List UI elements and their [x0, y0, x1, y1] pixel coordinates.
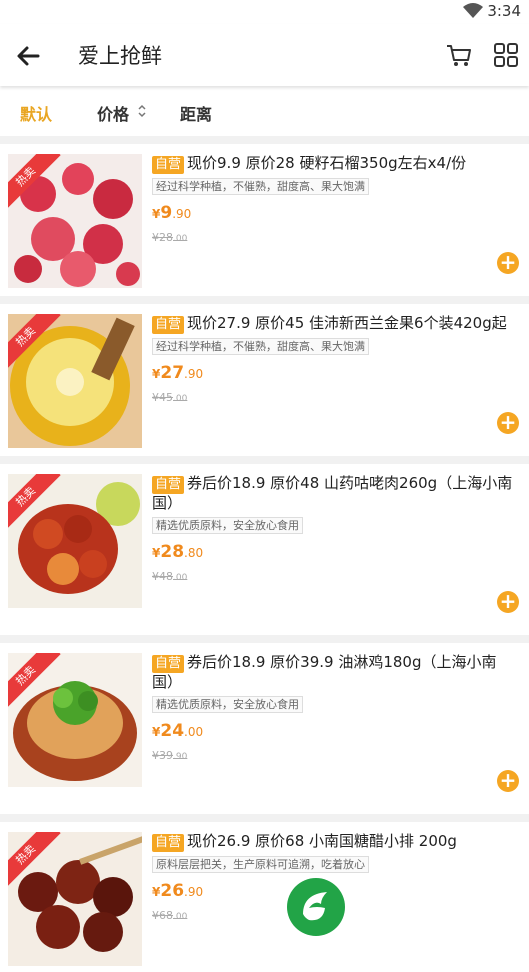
- product-item[interactable]: 热卖 自营 现价27.9 原价45 佳沛新西兰金果6个装420g起 经过科学种植，…: [0, 304, 529, 464]
- product-image[interactable]: 热卖: [8, 154, 142, 288]
- product-image[interactable]: 热卖: [8, 832, 142, 966]
- add-to-cart-button[interactable]: +: [497, 770, 519, 792]
- product-title: 自营 券后价18.9 原价48 山药咕咾肉260g（上海小南国）: [152, 474, 519, 513]
- product-name: 现价26.9 原价68 小南国糖醋小排 200g: [187, 832, 457, 850]
- cart-icon[interactable]: [445, 41, 473, 69]
- product-tag: 精选优质原料，安全放心食用: [152, 696, 303, 713]
- product-list: 热卖 自营 现价9.9 原价28 硬籽石榴350g左右x4/份 经过科学种植，不催…: [0, 144, 529, 972]
- product-title: 自营 券后价18.9 原价39.9 油淋鸡180g（上海小南国）: [152, 653, 519, 692]
- add-to-cart-button[interactable]: +: [497, 591, 519, 613]
- page-title: 爱上抢鲜: [78, 44, 162, 68]
- product-name: 现价27.9 原价45 佳沛新西兰金果6个装420g起: [187, 314, 507, 332]
- filter-distance-tab[interactable]: 距离: [180, 101, 212, 125]
- product-tag: 精选优质原料，安全放心食用: [152, 517, 303, 534]
- product-tag: 原料层层把关，生产原料可追溯，吃着放心: [152, 856, 369, 873]
- filter-price-tab[interactable]: 价格: [97, 101, 129, 125]
- product-item[interactable]: 热卖 自营 现价26.9 原价68 小南国糖醋小排 200g 原料层层把关，生产原…: [0, 822, 529, 972]
- product-image[interactable]: 热卖: [8, 474, 142, 608]
- add-to-cart-button[interactable]: +: [497, 252, 519, 274]
- self-operated-badge: 自营: [152, 476, 185, 494]
- product-image[interactable]: 热卖: [8, 314, 142, 448]
- product-tag: 经过科学种植，不催熟，甜度高、果大饱满: [152, 178, 369, 195]
- self-operated-badge: 自营: [152, 316, 185, 334]
- product-title: 自营 现价26.9 原价68 小南国糖醋小排 200g: [152, 832, 519, 852]
- product-price: ¥27.90: [152, 363, 204, 383]
- product-title: 自营 现价9.9 原价28 硬籽石榴350g左右x4/份: [152, 154, 519, 174]
- wifi-icon: [463, 3, 483, 18]
- filter-default-tab[interactable]: 默认: [20, 101, 52, 125]
- product-image[interactable]: 热卖: [8, 653, 142, 787]
- product-tag: 经过科学种植，不催熟，甜度高、果大饱满: [152, 338, 369, 355]
- back-arrow-icon[interactable]: [14, 42, 42, 70]
- leaf-logo-icon: [287, 878, 345, 936]
- grid-view-icon[interactable]: [493, 42, 519, 68]
- product-price: ¥9.90: [152, 203, 192, 223]
- product-price: ¥24.00: [152, 721, 204, 741]
- self-operated-badge: 自营: [152, 156, 185, 174]
- filter-bar: 默认 价格 距离: [0, 86, 529, 144]
- product-name: 现价9.9 原价28 硬籽石榴350g左右x4/份: [187, 154, 467, 172]
- product-name: 券后价18.9 原价39.9 油淋鸡180g（上海小南国）: [152, 653, 497, 691]
- product-price: ¥28.80: [152, 542, 204, 562]
- original-price: ¥28.00: [152, 231, 188, 244]
- original-price: ¥48.00: [152, 570, 188, 583]
- product-item[interactable]: 热卖 自营 现价9.9 原价28 硬籽石榴350g左右x4/份 经过科学种植，不催…: [0, 144, 529, 304]
- app-logo-button[interactable]: [287, 878, 345, 936]
- sort-chevron-icon[interactable]: [136, 103, 148, 119]
- status-bar: 3:34: [0, 0, 529, 24]
- product-name: 券后价18.9 原价48 山药咕咾肉260g（上海小南国）: [152, 474, 513, 512]
- add-to-cart-button[interactable]: +: [497, 412, 519, 434]
- app-bar: 爱上抢鲜: [0, 24, 529, 86]
- product-item[interactable]: 热卖 自营 券后价18.9 原价48 山药咕咾肉260g（上海小南国） 精选优质原…: [0, 464, 529, 643]
- self-operated-badge: 自营: [152, 655, 185, 673]
- status-time: 3:34: [487, 2, 521, 20]
- product-item[interactable]: 热卖 自营 券后价18.9 原价39.9 油淋鸡180g（上海小南国） 精选优质原…: [0, 643, 529, 822]
- product-title: 自营 现价27.9 原价45 佳沛新西兰金果6个装420g起: [152, 314, 519, 334]
- original-price: ¥45.00: [152, 391, 188, 404]
- self-operated-badge: 自营: [152, 834, 185, 852]
- original-price: ¥39.90: [152, 749, 188, 762]
